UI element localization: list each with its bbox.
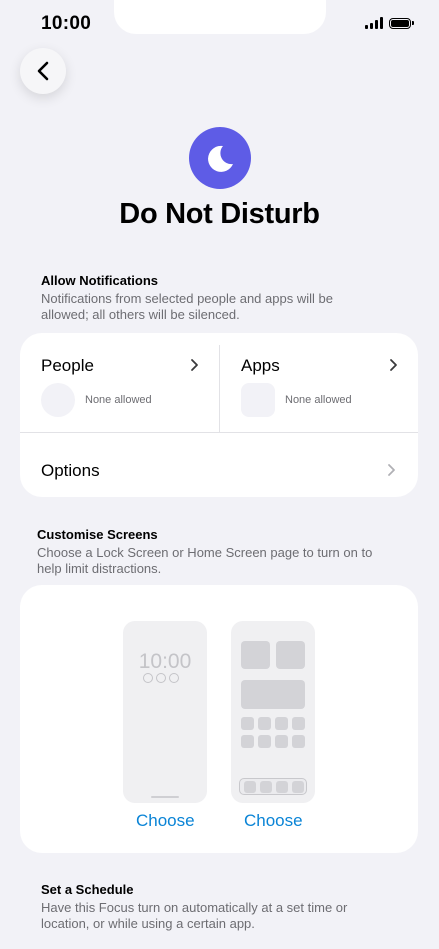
home-indicator — [151, 796, 179, 798]
people-status: None allowed — [85, 394, 152, 406]
apps-cell[interactable]: Apps None allowed — [220, 333, 418, 432]
dock-placeholder — [239, 778, 307, 795]
app-placeholder — [241, 717, 254, 730]
schedule-description-1: Have this Focus turn on automatically at… — [41, 900, 348, 915]
people-avatar-placeholder — [41, 383, 75, 417]
allow-notifications-description-2: allowed; all others will be silenced. — [41, 307, 240, 322]
apps-label: Apps — [241, 356, 280, 375]
app-placeholder — [292, 717, 305, 730]
allow-notifications-description-1: Notifications from selected people and a… — [41, 291, 333, 306]
home-screen-preview[interactable] — [231, 621, 315, 803]
options-row[interactable]: Options — [20, 433, 418, 497]
allow-notifications-heading: Allow Notifications — [41, 273, 158, 288]
notch — [114, 0, 326, 34]
customise-screens-card: 10:00 Choose Choose — [20, 585, 418, 853]
app-icon-placeholder — [241, 383, 275, 417]
options-label: Options — [41, 461, 100, 480]
chevron-left-icon — [37, 61, 49, 81]
choose-lock-screen-button[interactable]: Choose — [136, 811, 195, 831]
people-cell[interactable]: People None allowed — [20, 333, 219, 432]
lock-screen-time: 10:00 — [138, 650, 192, 673]
customise-screens-heading: Customise Screens — [37, 527, 158, 542]
apps-status: None allowed — [285, 394, 352, 406]
widget-placeholder — [276, 641, 305, 669]
status-time: 10:00 — [41, 13, 92, 34]
page-title: Do Not Disturb — [119, 198, 320, 230]
screen: 10:00 Do Not Disturb Allow Notifications… — [0, 0, 439, 949]
choose-home-screen-button[interactable]: Choose — [244, 811, 303, 831]
schedule-description-2: location, or while using a certain app. — [41, 916, 255, 931]
status-icons — [365, 17, 414, 29]
chevron-right-icon — [390, 359, 397, 371]
customise-screens-description-1: Choose a Lock Screen or Home Screen page… — [37, 545, 373, 560]
chevron-right-icon — [191, 359, 198, 371]
lock-screen-preview[interactable]: 10:00 — [123, 621, 207, 803]
customise-screens-description-2: help limit distractions. — [37, 561, 162, 576]
app-placeholder — [275, 717, 288, 730]
app-placeholder — [241, 735, 254, 748]
widget-placeholder — [241, 641, 270, 669]
focus-icon-badge — [189, 127, 251, 189]
battery-icon — [389, 17, 414, 29]
allow-notifications-card: People None allowed Apps None allowed Op… — [20, 333, 418, 497]
app-placeholder — [258, 717, 271, 730]
widget-placeholder — [241, 680, 305, 709]
app-placeholder — [275, 735, 288, 748]
back-button[interactable] — [20, 48, 66, 94]
schedule-heading: Set a Schedule — [41, 882, 134, 897]
people-label: People — [41, 356, 94, 375]
chevron-right-icon — [388, 464, 395, 476]
lock-screen-widgets — [143, 673, 179, 683]
app-placeholder — [258, 735, 271, 748]
moon-icon — [208, 145, 233, 172]
app-placeholder — [292, 735, 305, 748]
signal-icon — [365, 17, 383, 29]
